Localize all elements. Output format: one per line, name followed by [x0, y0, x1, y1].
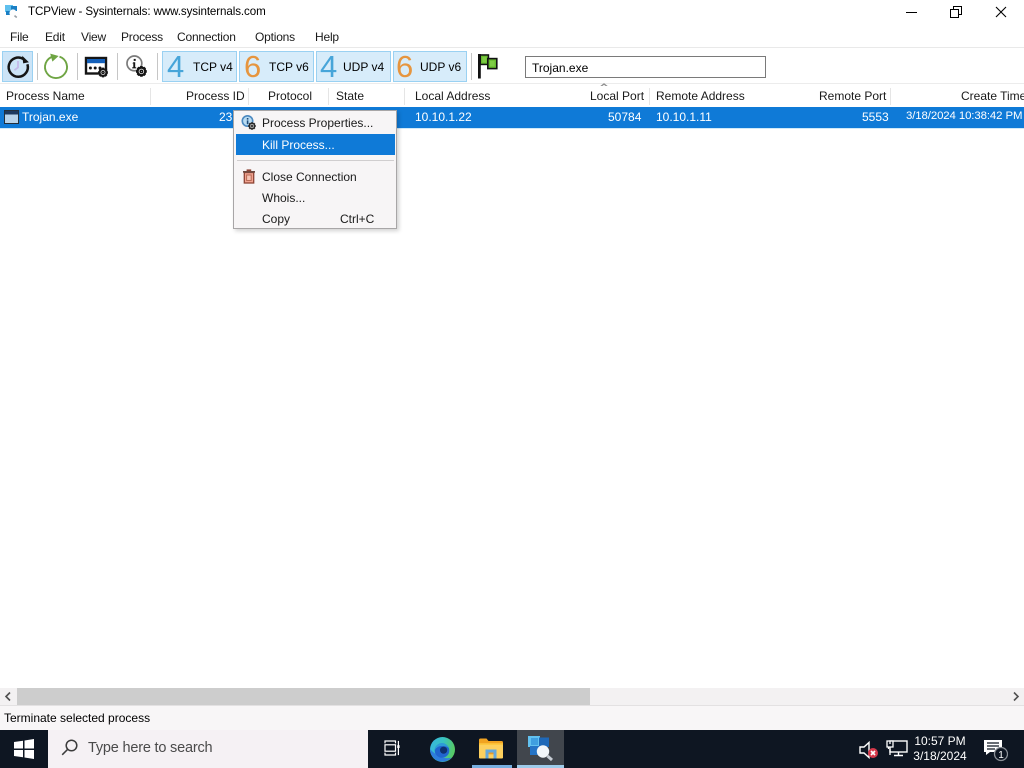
- svg-text:1: 1: [998, 750, 1004, 761]
